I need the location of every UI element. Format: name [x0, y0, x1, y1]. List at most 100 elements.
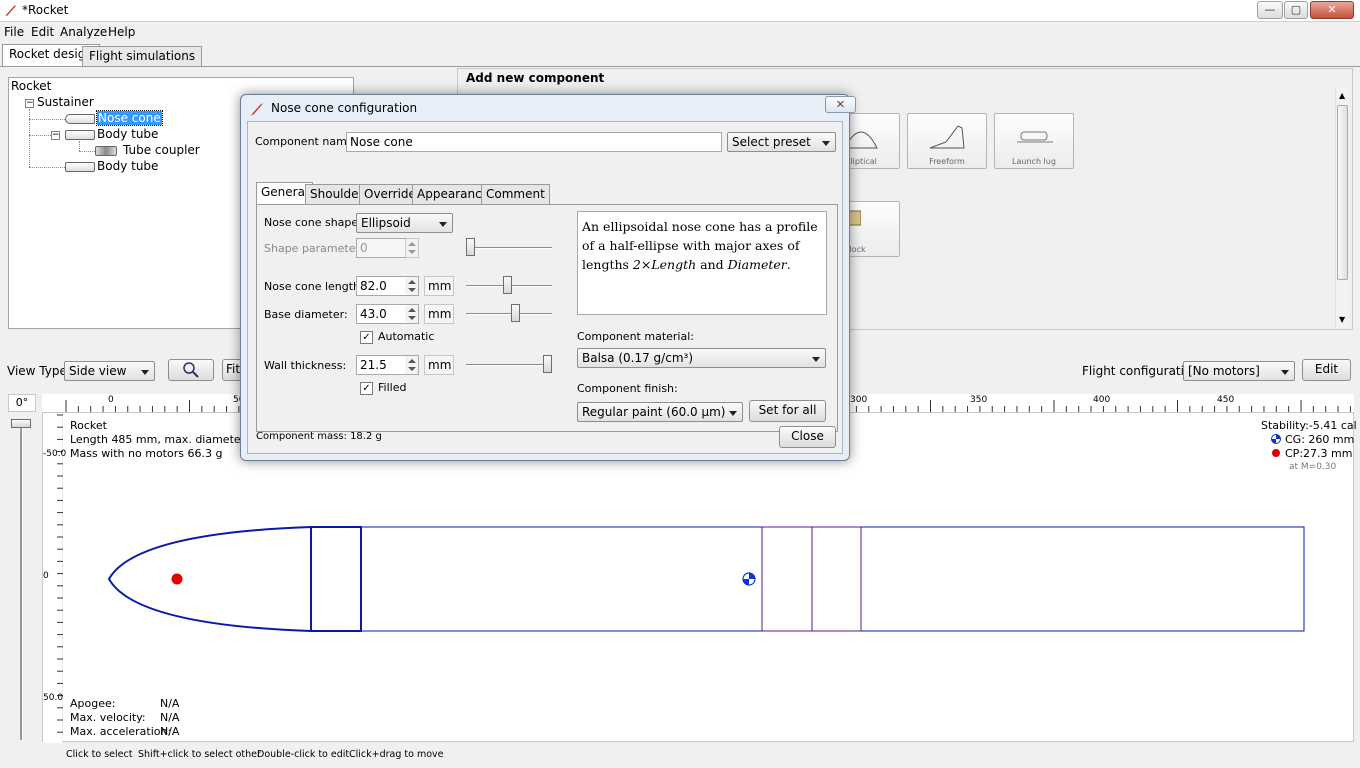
status-hint-doubleclick: Double-click to edit [257, 749, 350, 760]
tree-item-nose-cone[interactable]: Nose cone [96, 110, 163, 126]
tube-coupler-shape-b [811, 526, 862, 632]
ruler-label-350: 350 [970, 395, 988, 405]
chevron-down-icon [822, 141, 830, 146]
menu-help[interactable]: Help [108, 25, 135, 39]
dialog-content: Component name: Nose cone Select preset … [247, 121, 843, 454]
automatic-label: Automatic [378, 330, 435, 343]
chevron-down-icon [1281, 370, 1289, 375]
shape-param-slider-track[interactable] [466, 247, 552, 249]
view-type-label: View Type: [7, 364, 71, 378]
base-diameter-input[interactable]: 43.0 [356, 304, 406, 324]
length-spinner[interactable] [405, 276, 419, 296]
tube-coupler-icon [95, 146, 117, 156]
filled-checkbox[interactable]: ✓ [360, 382, 373, 395]
material-value: Balsa (0.17 g/cm³) [582, 351, 693, 365]
tree-item-rocket[interactable]: Rocket [11, 79, 51, 93]
window-title: *Rocket [22, 3, 69, 17]
select-preset-dropdown[interactable]: Select preset [727, 132, 836, 152]
component-name-input[interactable]: Nose cone [346, 132, 722, 152]
tree-item-tube-coupler[interactable]: Tube coupler [123, 143, 200, 157]
base-diameter-slider-track[interactable] [466, 313, 552, 315]
chevron-down-icon [439, 222, 447, 227]
freeform-label: Freeform [929, 157, 965, 166]
launch-lug-button[interactable]: Launch lug [994, 113, 1074, 169]
component-mass: Component mass: 18.2 g [256, 431, 382, 442]
dialog-title: Nose cone configuration [271, 101, 418, 115]
shape-description: An ellipsoidal nose cone has a profile o… [577, 211, 827, 315]
tab-comment[interactable]: Comment [481, 184, 550, 204]
length-slider-thumb[interactable] [502, 276, 512, 294]
status-bar: Click to select Shift+click to select ot… [0, 744, 1360, 768]
dialog-close-button[interactable]: Close [779, 426, 836, 448]
apogee-label: Apogee: [70, 697, 116, 710]
wall-thickness-input[interactable]: 21.5 [356, 355, 406, 375]
rotation-slider-track[interactable] [20, 420, 23, 740]
tree-item-body-tube[interactable]: Body tube [97, 127, 158, 141]
menu-bar: File Edit Analyze Help [0, 23, 1360, 42]
tree-item-sustainer[interactable]: Sustainer [37, 95, 94, 109]
shape-param-input[interactable]: 0 [356, 238, 406, 258]
menu-analyze[interactable]: Analyze [60, 25, 107, 39]
flight-config-select[interactable]: [No motors] [1183, 361, 1295, 381]
max-acceleration-label: Max. acceleration: [70, 725, 172, 738]
shape-label: Nose cone shape: [264, 216, 362, 229]
body-tube-2-shape [360, 526, 1305, 632]
collapse-icon[interactable]: − [25, 99, 34, 108]
description-diameter: Diameter [727, 257, 787, 272]
finish-select[interactable]: Regular paint (60.0 µm) [577, 402, 743, 422]
collapse-icon[interactable]: − [51, 131, 60, 140]
close-window-button[interactable]: ✕ [1310, 1, 1354, 19]
cg-marker [742, 572, 756, 586]
view-type-select[interactable]: Side view [64, 361, 155, 381]
shape-param-slider-thumb[interactable] [466, 238, 475, 256]
freeform-fin-button[interactable]: Freeform [907, 113, 987, 169]
material-label: Component material: [577, 330, 694, 343]
status-hint-select: Click to select [66, 749, 133, 760]
edit-flight-config-button[interactable]: Edit [1302, 359, 1351, 381]
maximize-button[interactable]: ▢ [1284, 1, 1308, 19]
shape-value: Ellipsoid [361, 216, 411, 230]
chevron-down-icon [141, 370, 149, 375]
base-diameter-spinner[interactable] [405, 304, 419, 324]
wall-thickness-label: Wall thickness: [264, 359, 347, 372]
finish-value: Regular paint (60.0 µm) [582, 405, 726, 419]
wall-thickness-slider-thumb[interactable] [543, 355, 552, 373]
nose-cone-icon [65, 114, 95, 124]
status-hint-shift: Shift+click to select other [138, 749, 261, 760]
rocket-drawing[interactable] [43, 413, 1355, 743]
base-diameter-unit[interactable]: mm [424, 304, 454, 324]
freeform-fin-icon [929, 125, 965, 149]
tree-item-body-tube-2[interactable]: Body tube [97, 159, 158, 173]
length-input[interactable]: 82.0 [356, 276, 406, 296]
rocket-figure[interactable]: -50.0 0 50.0 Rocket Length 485 mm, max. … [42, 412, 1357, 743]
base-diameter-slider-thumb[interactable] [510, 304, 520, 322]
wall-thickness-slider-track[interactable] [466, 364, 552, 366]
length-unit[interactable]: mm [424, 276, 454, 296]
material-select[interactable]: Balsa (0.17 g/cm³) [577, 348, 826, 368]
dialog-close-icon[interactable]: ✕ [825, 96, 856, 113]
ruler-label-450: 450 [1217, 395, 1235, 405]
set-for-all-button[interactable]: Set for all [749, 400, 826, 422]
scrollbar-thumb[interactable] [1337, 105, 1348, 280]
base-diameter-label: Base diameter: [264, 308, 348, 321]
fit-button[interactable]: Fit [222, 359, 242, 381]
menu-edit[interactable]: Edit [31, 25, 54, 39]
body-tube-icon [65, 130, 95, 140]
vertical-scrollbar[interactable]: ▲ ▼ [1335, 87, 1349, 327]
max-velocity-label: Max. velocity: [70, 711, 146, 724]
ruler-label-0: 0 [108, 395, 114, 405]
wall-thickness-spinner[interactable] [405, 355, 419, 375]
wall-thickness-unit[interactable]: mm [424, 355, 454, 375]
minimize-button[interactable]: — [1257, 1, 1283, 19]
automatic-checkbox[interactable]: ✓ [360, 331, 373, 344]
launch-lug-icon [1017, 131, 1053, 143]
rotation-slider-thumb[interactable] [11, 419, 31, 428]
rotation-angle: 0° [8, 394, 36, 412]
title-bar: *Rocket — ▢ ✕ [0, 0, 1360, 22]
shape-select[interactable]: Ellipsoid [356, 213, 453, 233]
menu-file[interactable]: File [4, 25, 24, 39]
shape-param-spinner[interactable] [405, 238, 419, 258]
zoom-button[interactable] [168, 359, 214, 381]
tab-flight-simulations[interactable]: Flight simulations [82, 46, 203, 66]
chevron-down-icon [729, 411, 737, 416]
